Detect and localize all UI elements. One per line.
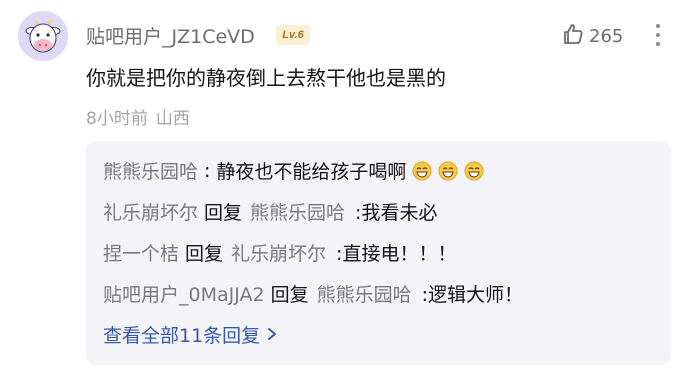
username[interactable]: 贴吧用户_JZ1CeVD: [86, 22, 255, 49]
reply-author[interactable]: 礼乐崩坏尔: [103, 198, 198, 225]
reply-target[interactable]: 熊熊乐园哈: [317, 280, 412, 307]
comment-text: 你就是把你的静夜倒上去熬干他也是黑的: [86, 66, 446, 90]
reply-keyword: 回复: [204, 202, 243, 224]
replies-panel: 熊熊乐园哈 : 静夜也不能给孩子喝啊 礼乐崩坏尔 回复 熊熊乐园哈 :我看未必 …: [86, 141, 671, 365]
reply-separator: :: [204, 159, 211, 182]
reply-item[interactable]: 贴吧用户_0MaJJA2 回复 熊熊乐园哈 :逻辑大师！: [103, 280, 523, 307]
reply-author[interactable]: 熊熊乐园哈: [103, 157, 198, 184]
grin-emoji-icon: [464, 161, 484, 180]
avatar[interactable]: [18, 11, 68, 61]
reply-text: :我看未必: [355, 202, 438, 224]
like-button[interactable]: 265: [561, 22, 623, 51]
reply-target[interactable]: 礼乐崩坏尔: [231, 239, 326, 266]
view-all-replies-link[interactable]: 查看全部11条回复: [103, 321, 278, 348]
reply-item[interactable]: 礼乐崩坏尔 回复 熊熊乐园哈 :我看未必: [103, 198, 437, 225]
comment-location: 山西: [155, 109, 190, 129]
reply-keyword: 回复: [270, 284, 309, 306]
thumbs-up-icon: [561, 22, 585, 51]
reply-keyword: 回复: [185, 243, 224, 265]
reply-author[interactable]: 贴吧用户_0MaJJA2: [103, 280, 265, 307]
grin-emoji-icon: [412, 161, 432, 180]
reply-text: 静夜也不能给孩子喝啊: [216, 161, 407, 183]
reply-text: :逻辑大师！: [421, 284, 524, 306]
view-all-label: 查看全部11条回复: [103, 325, 261, 347]
grin-emoji-icon: [438, 161, 458, 180]
comment-meta: 8小时前 山西: [86, 104, 190, 129]
more-vertical-icon[interactable]: [654, 24, 662, 48]
comment-time: 8小时前: [86, 109, 148, 129]
reply-text: :直接电！！！: [336, 243, 457, 265]
reply-item[interactable]: 熊熊乐园哈 : 静夜也不能给孩子喝啊: [103, 157, 484, 184]
like-count: 265: [589, 26, 624, 47]
level-badge: Lv.6: [276, 25, 310, 45]
reply-author[interactable]: 捏一个桔: [103, 239, 179, 266]
chevron-right-icon: [266, 324, 278, 346]
reply-item[interactable]: 捏一个桔 回复 礼乐崩坏尔 :直接电！！！: [103, 239, 456, 266]
reply-target[interactable]: 熊熊乐园哈: [250, 198, 345, 225]
